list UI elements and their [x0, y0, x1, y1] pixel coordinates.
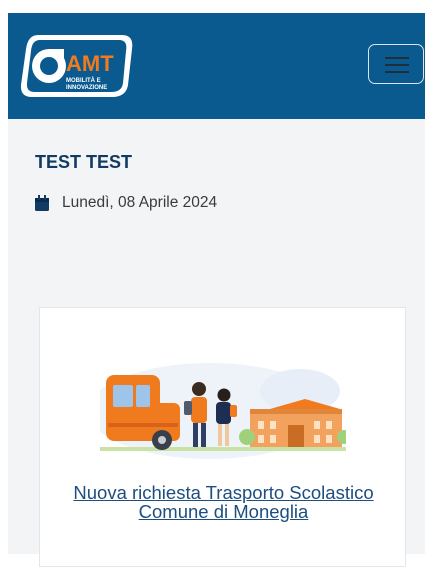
publish-date: Lunedì, 08 Aprile 2024: [62, 194, 218, 211]
date-row: Lunedì, 08 Aprile 2024: [35, 192, 217, 214]
menu-toggle-button[interactable]: [368, 44, 424, 84]
svg-text:AMT: AMT: [66, 51, 114, 76]
site-header: AMT MOBILITÀ E INNOVAZIONE: [8, 13, 425, 119]
amt-logo[interactable]: AMT MOBILITÀ E INNOVAZIONE: [18, 29, 136, 101]
service-request-link[interactable]: Nuova richiesta Trasporto Scolastico Com…: [50, 483, 397, 521]
svg-text:MOBILITÀ E: MOBILITÀ E: [66, 77, 101, 84]
svg-text:INNOVAZIONE: INNOVAZIONE: [66, 85, 107, 91]
page-title: TEST TEST: [35, 152, 133, 172]
hamburger-icon-bar: [385, 71, 409, 73]
school-bus-illustration[interactable]: [100, 351, 346, 459]
hamburger-icon: [385, 57, 409, 59]
main-content: TEST TEST Lunedì, 08 Aprile 2024 Nuova r…: [8, 119, 425, 567]
hamburger-icon-bar: [385, 64, 409, 66]
service-card[interactable]: Nuova richiesta Trasporto Scolastico Com…: [39, 307, 406, 567]
calendar-icon: [35, 195, 49, 211]
